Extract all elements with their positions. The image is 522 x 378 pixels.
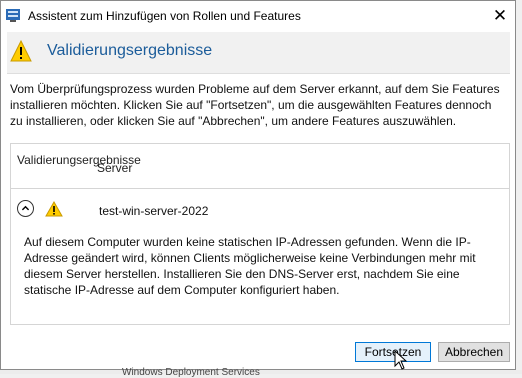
table-row[interactable]: test-win-server-2022 Auf diesem Computer… [11,189,509,324]
close-icon: ✕ [492,6,508,25]
server-manager-icon [6,9,20,22]
window-title: Assistent zum Hinzufügen von Rollen und … [28,9,301,23]
description-text: Vom Überprüfungsprozess wurden Probleme … [10,82,500,128]
mouse-cursor-icon [394,350,408,370]
cancel-button[interactable]: Abbrechen [438,342,510,362]
page-header: Validierungsergebnisse [7,32,510,73]
table-header: Validierungsergebnisse Server [11,144,509,189]
background-list-item: Windows Deployment Services [122,367,260,378]
dialog-window: Assistent zum Hinzufügen von Rollen und … [0,0,516,370]
close-button[interactable]: ✕ [485,1,515,31]
continue-button[interactable]: Fortsetzen [355,342,431,362]
validation-message: Auf diesem Computer wurden keine statisc… [24,235,476,297]
column-header-validation[interactable]: Validierungsergebnisse [17,152,141,168]
server-name: test-win-server-2022 [99,204,209,218]
collapse-chevron-up-icon[interactable] [17,200,34,217]
warning-icon [10,40,32,62]
warning-icon [45,201,63,217]
background-window-strip [0,370,522,374]
column-header-server[interactable]: Server [97,161,132,175]
page-title: Validierungsergebnisse [47,42,213,59]
validation-results-table: Validierungsergebnisse Server test-win-s… [10,143,510,325]
header-divider [7,73,510,74]
title-bar[interactable]: Assistent zum Hinzufügen von Rollen und … [1,1,515,32]
